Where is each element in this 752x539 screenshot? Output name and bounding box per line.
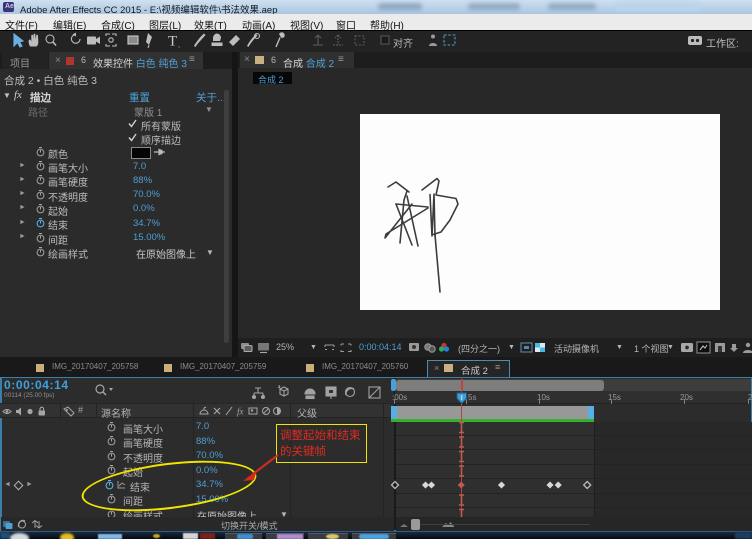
svg-text:T: T — [168, 34, 177, 50]
svg-text:,: , — [178, 42, 180, 49]
svg-text:fx: fx — [237, 407, 244, 417]
